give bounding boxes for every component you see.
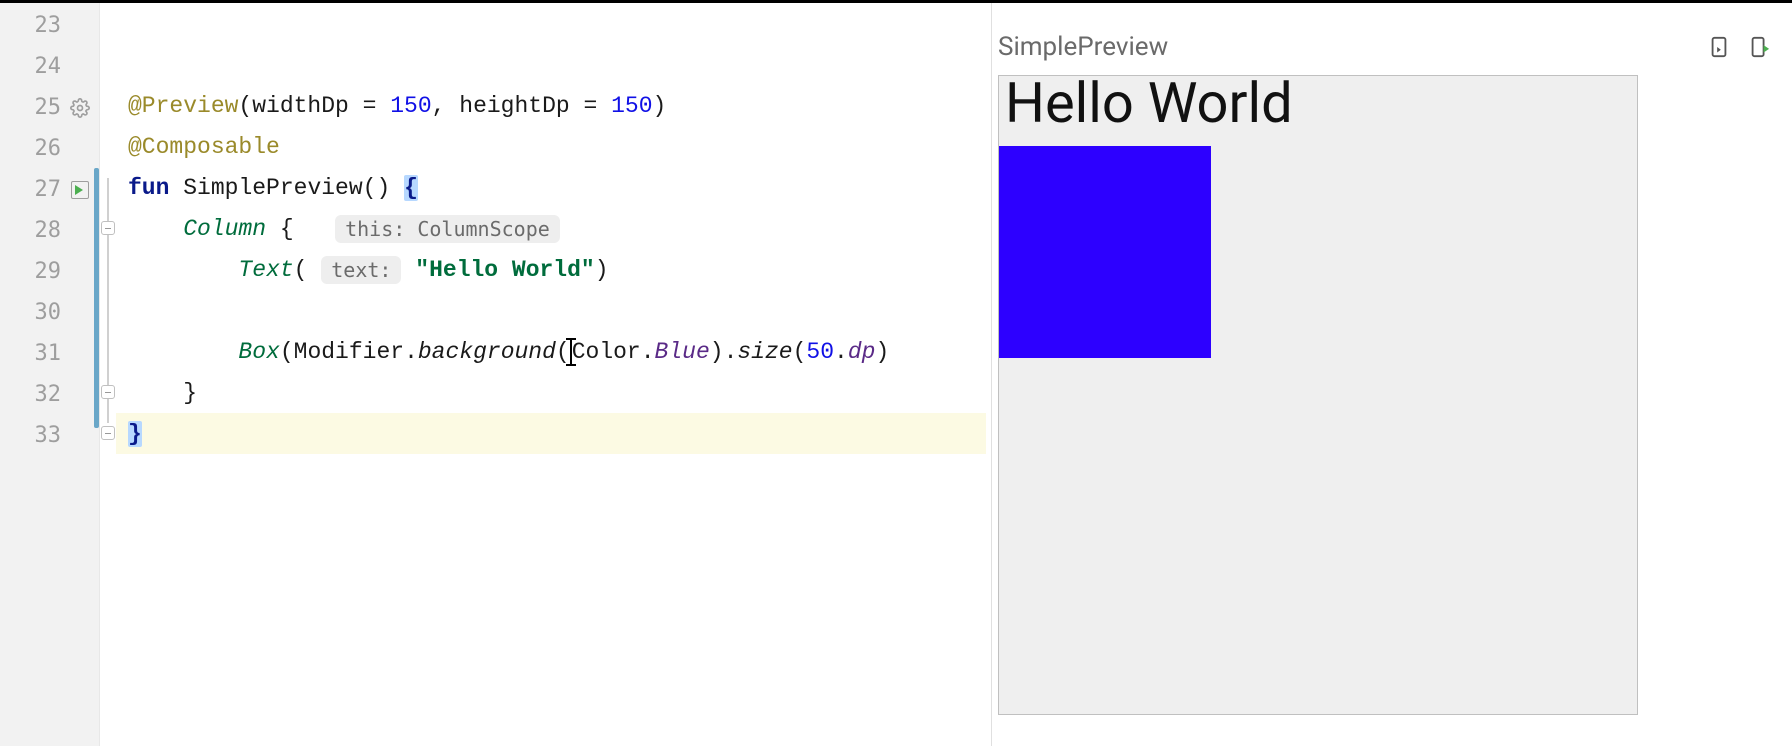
- gutter-line[interactable]: 29: [0, 251, 99, 292]
- run-gutter-icon[interactable]: [69, 179, 91, 201]
- compose-preview-panel: SimplePreview Hello World: [992, 3, 1792, 746]
- line-number: 28: [27, 218, 61, 243]
- gutter-line[interactable]: 28: [0, 210, 99, 251]
- inlay-hint: text:: [321, 256, 401, 284]
- line-number: 27: [27, 177, 61, 202]
- gutter-line[interactable]: 25: [0, 87, 99, 128]
- gutter-line[interactable]: 24: [0, 46, 99, 87]
- code-line[interactable]: }: [116, 372, 986, 413]
- code-line[interactable]: Column { this: ColumnScope: [116, 208, 986, 249]
- line-number: 31: [27, 341, 61, 366]
- gutter-line[interactable]: 32: [0, 374, 99, 415]
- gutter-spacer: [69, 425, 91, 447]
- gutter-spacer: [69, 302, 91, 324]
- gutter-spacer: [69, 15, 91, 37]
- gutter-spacer: [69, 384, 91, 406]
- line-number: 25: [27, 95, 61, 120]
- fold-ribbon[interactable]: [100, 3, 116, 746]
- change-marker: [94, 168, 99, 428]
- preview-canvas[interactable]: Hello World: [998, 75, 1638, 715]
- line-number: 24: [27, 54, 61, 79]
- gutter-spacer: [69, 220, 91, 242]
- deploy-preview-icon[interactable]: [1746, 34, 1772, 60]
- code-line-current[interactable]: }: [116, 413, 986, 454]
- gutter-spacer: [69, 138, 91, 160]
- line-number: 29: [27, 259, 61, 284]
- line-number: 23: [27, 13, 61, 38]
- text-cursor: [570, 339, 572, 365]
- code-line[interactable]: [116, 44, 986, 85]
- gutter-line[interactable]: 26: [0, 128, 99, 169]
- fold-toggle-icon[interactable]: [101, 385, 115, 399]
- code-line[interactable]: @Composable: [116, 126, 986, 167]
- editor-gutter[interactable]: 23 24 25 26 27 28: [0, 3, 100, 746]
- gutter-line[interactable]: 23: [0, 5, 99, 46]
- gutter-line[interactable]: 33: [0, 415, 99, 456]
- fold-toggle-icon[interactable]: [101, 426, 115, 440]
- code-line[interactable]: [116, 290, 986, 331]
- rendered-text: Hello World: [1005, 70, 1293, 136]
- line-number: 26: [27, 136, 61, 161]
- gutter-line[interactable]: 31: [0, 333, 99, 374]
- code-line[interactable]: fun SimplePreview() {: [116, 167, 986, 208]
- line-number: 32: [27, 382, 61, 407]
- fold-toggle-icon[interactable]: [101, 221, 115, 235]
- preview-title: SimplePreview: [998, 32, 1168, 62]
- inlay-hint: this: ColumnScope: [335, 215, 560, 243]
- gutter-spacer: [69, 56, 91, 78]
- interactive-preview-icon[interactable]: [1706, 34, 1732, 60]
- gutter-line[interactable]: 27: [0, 169, 99, 210]
- gear-icon[interactable]: [69, 97, 91, 119]
- code-editor[interactable]: @Preview(widthDp = 150, heightDp = 150) …: [116, 3, 986, 746]
- line-number: 30: [27, 300, 61, 325]
- gutter-line[interactable]: 30: [0, 292, 99, 333]
- code-line[interactable]: Box(Modifier.background(Color.Blue).size…: [116, 331, 986, 372]
- code-line[interactable]: [116, 3, 986, 44]
- rendered-box: [999, 146, 1211, 358]
- code-line[interactable]: @Preview(widthDp = 150, heightDp = 150): [116, 85, 986, 126]
- gutter-spacer: [69, 261, 91, 283]
- preview-header: SimplePreview: [992, 25, 1792, 69]
- code-line[interactable]: Text( text: "Hello World"): [116, 249, 986, 290]
- line-number: 33: [27, 423, 61, 448]
- gutter-spacer: [69, 343, 91, 365]
